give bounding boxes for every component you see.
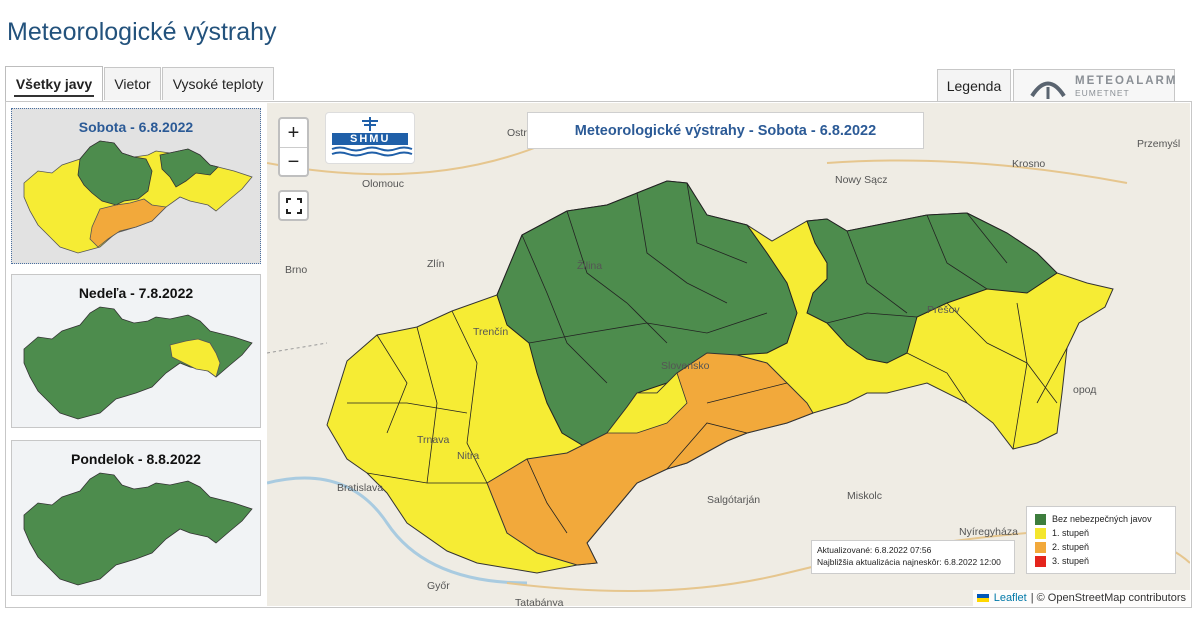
place-label: Slovensko (661, 360, 710, 372)
zoom-in-button[interactable]: + (280, 119, 307, 148)
legend-label: 3. stupeň (1052, 556, 1090, 566)
osm-attribution-text: | © OpenStreetMap contributors (1030, 592, 1186, 604)
meteoalarm-title: METEOALARM (1075, 75, 1178, 87)
map-legend: Bez nebezpečných javov 1. stupeň 2. stup… (1026, 506, 1176, 574)
day-label: Sobota - 6.8.2022 (78, 119, 194, 135)
place-label: ород (1073, 384, 1096, 396)
day-card-sunday[interactable]: Nedeľa - 7.8.2022 (11, 274, 261, 428)
day-label: Nedeľa - 7.8.2022 (78, 285, 194, 301)
tab-label: Vysoké teploty (172, 76, 264, 92)
shmu-logo-text: SHMU (350, 133, 391, 145)
place-label: Nyíregyháza (959, 526, 1018, 538)
fullscreen-icon (285, 197, 302, 214)
day-card-saturday[interactable]: Sobota - 6.8.2022 (11, 108, 261, 264)
updated-text: Aktualizované: 6.8.2022 07:56 (817, 545, 932, 555)
zoom-out-button[interactable]: − (280, 148, 307, 176)
shmu-logo: SHMU (325, 112, 415, 164)
place-label: Nowy Sącz (835, 174, 888, 186)
legend-swatch-orange (1035, 541, 1046, 553)
leaflet-link[interactable]: Leaflet (994, 592, 1027, 604)
meteoalarm-subtitle: EUMETNET (1075, 88, 1130, 98)
place-label: Prešov (927, 304, 960, 316)
ukraine-flag-icon (976, 594, 989, 602)
place-label: Przemyśl (1137, 138, 1180, 150)
tab-all-phenomena[interactable]: Všetky javy (5, 66, 103, 101)
mini-map-saturday (23, 140, 253, 254)
place-label: Brno (285, 264, 307, 276)
place-label: Tatabánya (515, 597, 564, 606)
day-label: Pondelok - 8.8.2022 (71, 451, 201, 467)
place-label: Trenčín (473, 326, 508, 338)
legend-item: Bez nebezpečných javov (1035, 512, 1175, 526)
place-label: Győr (427, 580, 450, 592)
legend-item: 3. stupeň (1035, 554, 1175, 568)
legend-swatch-green (1035, 513, 1046, 525)
legend-swatch-yellow (1035, 527, 1046, 539)
meteoalarm-logo-icon (1030, 81, 1066, 99)
place-label: Miskolc (847, 490, 882, 502)
place-label: Bratislava (337, 482, 383, 494)
next-update-text: Najbližšia aktualizácia najneskôr: 6.8.2… (817, 557, 1001, 567)
place-label: Nitra (457, 450, 479, 462)
place-label: Olomouc (362, 178, 404, 190)
page-title: Meteorologické výstrahy (7, 18, 277, 46)
place-label: Žilina (577, 259, 602, 272)
legend-item: 2. stupeň (1035, 540, 1175, 554)
legend-label: 1. stupeň (1052, 528, 1090, 538)
mini-map-sunday (23, 306, 253, 420)
fullscreen-button[interactable] (278, 190, 309, 221)
legend-item: 1. stupeň (1035, 526, 1175, 540)
place-label: Trnava (417, 434, 449, 446)
legend-button[interactable]: Legenda (937, 69, 1011, 102)
place-label: Zlín (427, 258, 445, 270)
legend-swatch-red (1035, 555, 1046, 567)
mini-map-monday (23, 472, 253, 586)
legend-label: 2. stupeň (1052, 542, 1090, 552)
tab-high-temperatures[interactable]: Vysoké teploty (162, 67, 274, 100)
tab-label: Vietor (114, 76, 151, 92)
map-attribution: Leaflet | © OpenStreetMap contributors (972, 590, 1190, 606)
day-card-monday[interactable]: Pondelok - 8.8.2022 (11, 440, 261, 596)
tab-wind[interactable]: Vietor (104, 67, 161, 100)
meteoalarm-link[interactable]: METEOALARM EUMETNET (1013, 69, 1175, 102)
place-label: Salgótarján (707, 494, 760, 506)
map-title: Meteorologické výstrahy - Sobota - 6.8.2… (527, 112, 924, 149)
tab-label: Všetky javy (15, 76, 93, 92)
legend-label: Bez nebezpečných javov (1052, 514, 1152, 524)
zoom-control: + − (278, 117, 309, 177)
active-tab-underline (14, 95, 94, 97)
update-info: Aktualizované: 6.8.2022 07:56 Najbližšia… (811, 540, 1015, 574)
place-label: Krosno (1012, 158, 1045, 170)
